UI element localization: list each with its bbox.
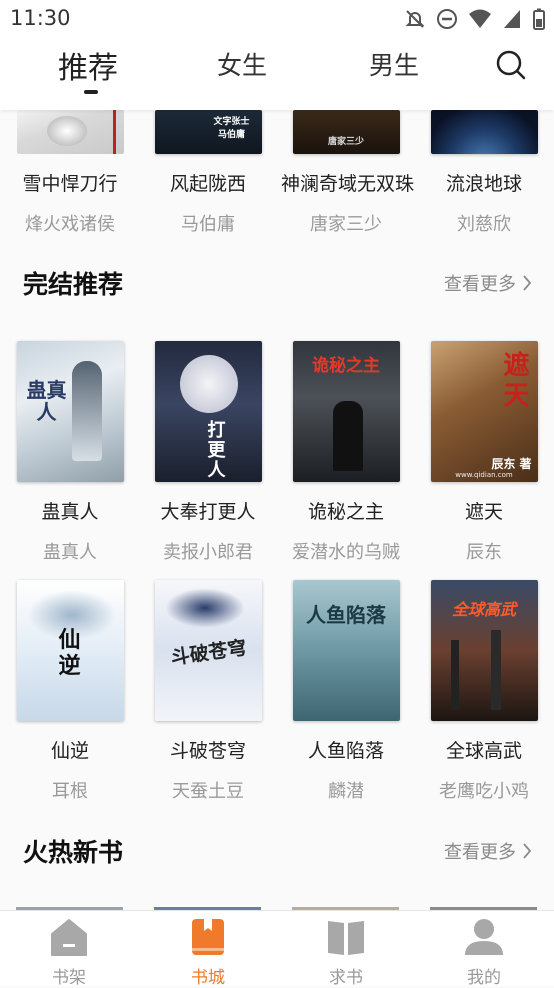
cover-text: 唐家三少 (327, 137, 364, 147)
book-cover[interactable]: 蛊真人 (16, 341, 124, 482)
book-feed[interactable]: 雪中悍刀行 烽火戏诸侯 文字张士 马伯庸 风起陇西 马伯庸 唐家三少 神澜奇域无… (0, 110, 554, 910)
nav-label: 书城 (191, 968, 225, 988)
nav-label: 书架 (52, 968, 86, 988)
book-author: 辰东 (466, 542, 502, 563)
more-link-completed[interactable]: 查看更多 (444, 270, 532, 296)
cover-site-text: www.qidian.com (455, 471, 513, 479)
book-card[interactable]: 全球高武 全球高武 老鹰吃小鸡 (419, 580, 549, 803)
nav-item-request-book[interactable]: 求书 (306, 917, 386, 988)
tab-male[interactable]: 男生 (369, 46, 419, 82)
bookshelf-icon (51, 919, 87, 956)
book-title: 诡秘之主 (307, 501, 384, 523)
book-title: 雪中悍刀行 (22, 173, 118, 195)
status-icons (404, 8, 546, 30)
book-card[interactable]: 唐家三少 神澜奇域无双珠 唐家三少 (281, 110, 415, 236)
book-title: 蛊真人 (41, 501, 99, 523)
book-card[interactable]: 蛊真人 蛊真人 蛊真人 (5, 341, 135, 564)
book-author: 唐家三少 (310, 214, 382, 235)
section-title-hot-new: 火热新书 (23, 838, 124, 867)
cover-text: 打更人 (207, 420, 226, 481)
book-card[interactable]: 斗破苍穹 斗破苍穹 天蚕土豆 (143, 580, 273, 803)
book-title: 神澜奇域无双珠 (281, 173, 415, 195)
book-card[interactable]: 文字张士 马伯庸 风起陇西 马伯庸 (143, 110, 273, 236)
signal-icon (504, 10, 520, 28)
more-label: 查看更多 (444, 842, 516, 863)
book-author: 烽火戏诸侯 (25, 214, 115, 235)
book-author: 耳根 (52, 781, 88, 802)
status-time: 11:30 (10, 6, 71, 30)
cover-text: 全球高武 (451, 600, 516, 619)
book-cover[interactable]: 文字张士 马伯庸 (154, 110, 262, 154)
wifi-icon (469, 9, 491, 28)
book-author: 天蚕土豆 (172, 781, 244, 802)
book-card[interactable]: 雪中悍刀行 烽火戏诸侯 (5, 110, 135, 236)
tab-female[interactable]: 女生 (217, 46, 267, 82)
book-card[interactable]: 诡秘之主 诡秘之主 爱潜水的乌贼 (281, 341, 411, 564)
cover-text: 斗破苍穹 (169, 636, 248, 670)
book-author: 蛊真人 (43, 542, 97, 563)
chevron-right-icon (523, 275, 532, 291)
book-cover[interactable]: 全球高武 (430, 580, 538, 721)
book-title: 仙逆 (50, 740, 89, 762)
book-title: 人鱼陷落 (307, 740, 384, 762)
book-author: 麟潜 (328, 781, 364, 802)
nav-item-bookshelf[interactable]: 书架 (29, 917, 109, 988)
cover-author-text: 辰东 著 (491, 457, 532, 471)
cover-text: 诡秘之主 (312, 356, 380, 376)
status-bar: 11:30 (0, 0, 554, 38)
book-cover[interactable]: 斗破苍穹 (154, 580, 262, 721)
book-cover[interactable] (16, 110, 124, 154)
chevron-right-icon (523, 843, 532, 859)
bottom-navigation: 书架 书城 求书 我的 (0, 910, 554, 988)
nav-item-profile[interactable]: 我的 (444, 917, 524, 988)
book-cover[interactable]: 唐家三少 (292, 110, 400, 154)
nav-label: 求书 (329, 968, 363, 988)
cover-text: 遮天 (503, 351, 530, 411)
book-title: 斗破苍穹 (169, 740, 246, 762)
top-tab-bar: 推荐 女生 男生 (0, 38, 554, 110)
more-link-hot-new[interactable]: 查看更多 (444, 838, 532, 864)
battery-icon (533, 8, 545, 30)
book-title: 遮天 (464, 501, 503, 523)
cover-text: 蛊真人 (26, 378, 67, 424)
cover-text: 仙逆 (58, 628, 81, 679)
book-title: 全球高武 (445, 740, 522, 762)
nav-label: 我的 (467, 968, 501, 988)
active-tab-indicator (84, 90, 98, 94)
request-book-icon (328, 921, 364, 955)
notifications-off-icon (405, 10, 425, 28)
book-author: 爱潜水的乌贼 (292, 542, 400, 563)
section-title-completed: 完结推荐 (23, 270, 124, 299)
book-card[interactable]: 打更人 大奉打更人 卖报小郎君 (143, 341, 273, 564)
cover-text: 文字张士 马伯庸 (213, 117, 250, 140)
book-title: 流浪地球 (445, 173, 522, 195)
search-icon[interactable] (494, 48, 528, 82)
book-cover[interactable]: 人鱼陷落 (292, 580, 400, 721)
book-card[interactable]: 人鱼陷落 人鱼陷落 麟潜 (281, 580, 411, 803)
book-cover[interactable]: 打更人 (154, 341, 262, 482)
book-title: 大奉打更人 (160, 501, 256, 523)
book-title: 风起陇西 (169, 173, 246, 195)
book-card[interactable]: 流浪地球 刘慈欣 (419, 110, 549, 236)
book-cover[interactable]: 诡秘之主 (292, 341, 400, 482)
book-cover[interactable]: 遮天 辰东 著 www.qidian.com (430, 341, 538, 482)
bookstore-icon (192, 919, 224, 955)
more-label: 查看更多 (444, 274, 516, 295)
book-author: 老鹰吃小鸡 (439, 781, 529, 802)
book-author: 马伯庸 (181, 214, 235, 235)
book-card[interactable]: 仙逆 仙逆 耳根 (5, 580, 135, 803)
profile-icon (465, 919, 503, 955)
cover-text: 人鱼陷落 (306, 603, 386, 627)
book-cover[interactable]: 仙逆 (16, 580, 124, 721)
book-cover[interactable] (430, 110, 538, 154)
book-author: 卖报小郎君 (163, 542, 253, 563)
book-card[interactable]: 遮天 辰东 著 www.qidian.com 遮天 辰东 (419, 341, 549, 564)
book-author: 刘慈欣 (457, 214, 511, 235)
tab-recommend[interactable]: 推荐 (58, 43, 118, 87)
do-not-disturb-icon (437, 9, 457, 29)
nav-item-bookstore[interactable]: 书城 (168, 917, 248, 988)
